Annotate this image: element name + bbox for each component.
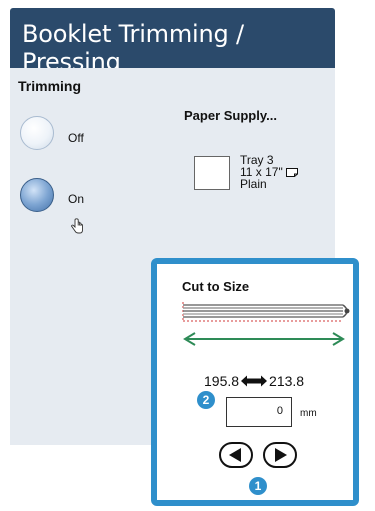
range-max: 213.8 (269, 373, 305, 389)
callout-badge-2: 2 (197, 391, 215, 409)
booklet-trim-graphic (182, 302, 350, 346)
callout-badge-1: 1 (249, 477, 267, 495)
tray-info: Tray 3 11 x 17" Plain (240, 154, 298, 190)
paper-sef-icon (285, 167, 298, 177)
trimming-on-radio[interactable] (20, 178, 54, 212)
title-bar: Booklet Trimming / Pressing (10, 8, 335, 76)
trimming-label: Trimming (18, 78, 82, 94)
paper-supply-button[interactable]: Paper Supply... (184, 108, 277, 123)
cut-to-size-panel: Cut to Size 195.8 213.8 2 0 mm 1 (151, 258, 359, 506)
trimming-off-label: Off (68, 131, 84, 145)
trimming-on-label: On (68, 192, 85, 206)
range-min: 195.8 (204, 373, 240, 389)
tray-paper-type: Plain (240, 177, 267, 191)
trimming-off-radio[interactable] (20, 116, 54, 150)
increment-button[interactable] (263, 442, 297, 468)
cut-to-size-title: Cut to Size (182, 279, 250, 294)
tray-paper-swatch[interactable] (194, 156, 230, 190)
double-arrow-icon (241, 375, 268, 387)
cut-range: 195.8 213.8 (204, 373, 304, 389)
decrement-button[interactable] (219, 442, 253, 468)
cut-size-input[interactable]: 0 (226, 397, 292, 427)
hand-cursor-icon (71, 218, 83, 234)
unit-label: mm (300, 408, 317, 419)
